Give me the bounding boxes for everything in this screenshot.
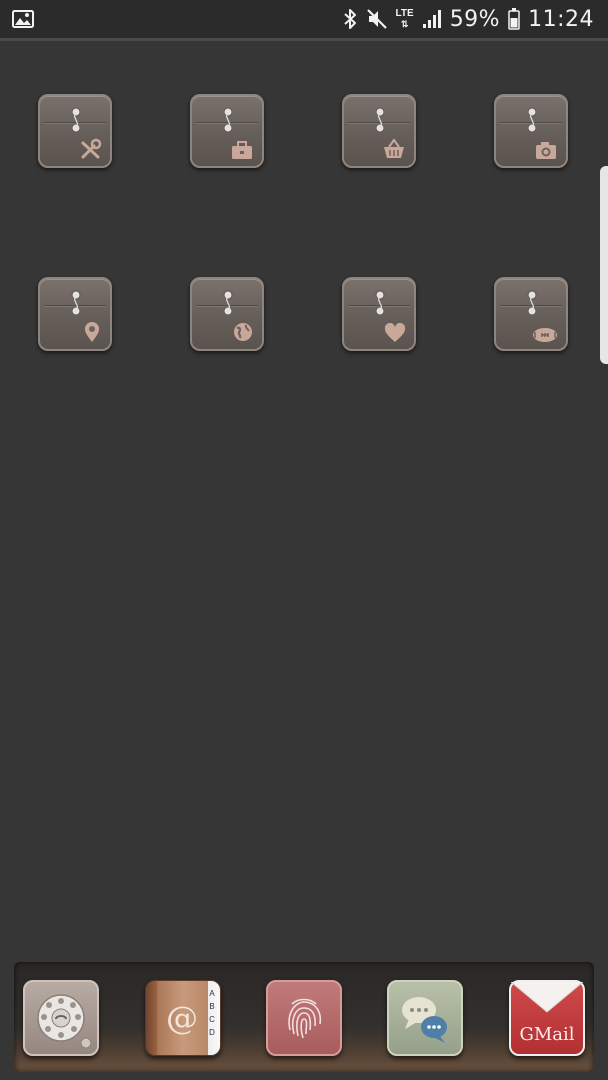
svg-text:@: @ — [166, 999, 198, 1037]
status-bar: LTE ⇅ 59% 11:24 — [0, 0, 608, 41]
messages-app[interactable] — [387, 980, 463, 1056]
string-tie-icon — [527, 290, 537, 316]
signal-icon — [422, 10, 441, 28]
folder-favorites[interactable] — [342, 277, 416, 351]
folder-photos[interactable] — [494, 94, 568, 168]
image-icon — [12, 10, 34, 28]
edge-panel-handle[interactable] — [600, 166, 608, 364]
contacts-tab-d: D — [209, 1028, 215, 1037]
football-icon — [533, 328, 557, 342]
string-tie-icon — [71, 290, 81, 316]
folder-travel[interactable] — [38, 277, 112, 351]
globe-icon — [234, 323, 252, 341]
rotary-phone-icon — [37, 994, 92, 1049]
security-app[interactable] — [266, 980, 342, 1056]
gmail-app[interactable]: GMail — [509, 980, 585, 1056]
fingerprint-icon — [288, 998, 322, 1039]
battery-icon — [508, 8, 520, 30]
string-tie-icon — [375, 107, 385, 133]
mute-icon — [366, 9, 387, 29]
folder-tools[interactable] — [38, 94, 112, 168]
battery-percent: 59% — [449, 6, 501, 32]
chat-bubbles-icon — [402, 997, 447, 1043]
string-tie-icon — [71, 107, 81, 133]
bluetooth-icon — [343, 9, 356, 29]
tools-icon — [81, 138, 102, 159]
folder-internet[interactable] — [190, 277, 264, 351]
folder-work[interactable] — [190, 94, 264, 168]
contacts-app[interactable]: @ A B C D — [145, 980, 221, 1056]
lte-icon: LTE ⇅ — [395, 8, 414, 30]
folder-sports[interactable] — [494, 277, 568, 351]
folder-shopping[interactable] — [342, 94, 416, 168]
gmail-label: GMail — [519, 1024, 575, 1045]
basket-icon — [384, 138, 404, 158]
heart-icon — [384, 323, 406, 342]
location-pin-icon — [85, 322, 99, 342]
clock: 11:24 — [528, 6, 594, 32]
contacts-tab-a: A — [209, 989, 215, 998]
phone-app[interactable] — [23, 980, 99, 1056]
contacts-tab-b: B — [209, 1002, 215, 1011]
string-tie-icon — [527, 107, 537, 133]
string-tie-icon — [223, 107, 233, 133]
string-tie-icon — [375, 290, 385, 316]
camera-icon — [536, 142, 556, 159]
briefcase-icon — [232, 141, 252, 159]
string-tie-icon — [223, 290, 233, 316]
contacts-tab-c: C — [209, 1015, 215, 1024]
network-type-label: LTE — [395, 8, 414, 19]
